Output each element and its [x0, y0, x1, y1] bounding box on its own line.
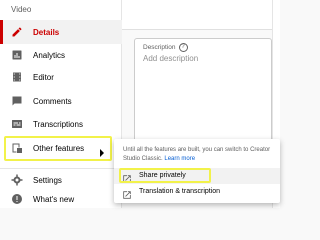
- alert-icon: [11, 193, 23, 205]
- sidebar-item-label: Comments: [33, 96, 72, 106]
- description-label-row: Description ?: [143, 43, 188, 52]
- description-field[interactable]: Description ? Add description: [134, 38, 272, 144]
- sidebar-item-whats-new[interactable]: What's new: [0, 190, 122, 208]
- description-placeholder[interactable]: Add description: [143, 54, 198, 63]
- details-card: [122, 0, 272, 30]
- open-external-icon: [122, 187, 132, 199]
- learn-more-link[interactable]: Learn more: [164, 156, 195, 162]
- sidebar-item-label: Analytics: [33, 50, 66, 60]
- sidebar-item-label: Other features: [33, 143, 85, 153]
- pencil-icon: [11, 26, 23, 38]
- description-label: Description: [143, 44, 176, 51]
- sidebar-item-label: Details: [33, 27, 60, 37]
- sidebar-item-editor[interactable]: Editor: [0, 65, 122, 89]
- popup-message: Until all the features are built, you ca…: [123, 146, 273, 164]
- sidebar-section-label: Video: [11, 5, 32, 14]
- sidebar-item-comments[interactable]: Comments: [0, 89, 122, 113]
- bar-chart-icon: [11, 49, 23, 61]
- sidebar-item-details[interactable]: Details: [0, 20, 122, 44]
- active-indicator: [0, 20, 3, 44]
- gear-icon: [11, 174, 23, 186]
- sidebar-item-label: Editor: [33, 72, 54, 82]
- other-features-menu: Until all the features are built, you ca…: [114, 139, 280, 203]
- menu-item-label: Translation & transcription: [139, 188, 221, 195]
- sidebar-item-settings[interactable]: Settings: [0, 168, 122, 192]
- sidebar-item-label: Transcriptions: [33, 119, 83, 129]
- subtitles-icon: [11, 118, 23, 130]
- sidebar: Video Details Analytics Editor Comments …: [0, 0, 122, 208]
- help-icon[interactable]: ?: [178, 43, 188, 52]
- open-external-icon: [122, 171, 132, 183]
- comment-icon: [11, 95, 23, 107]
- menu-item-share-privately[interactable]: Share privately: [114, 168, 280, 184]
- sidebar-item-label: Settings: [33, 175, 62, 185]
- sidebar-item-transcriptions[interactable]: Transcriptions: [0, 112, 122, 136]
- chevron-right-icon: [99, 144, 105, 162]
- menu-item-translation-transcription[interactable]: Translation & transcription: [114, 184, 280, 200]
- sidebar-item-analytics[interactable]: Analytics: [0, 43, 122, 67]
- sidebar-item-other-features[interactable]: Other features: [0, 136, 122, 160]
- film-icon: [11, 71, 23, 83]
- other-features-icon: [11, 142, 23, 154]
- menu-item-label: Share privately: [139, 172, 186, 179]
- sidebar-item-label: What's new: [33, 194, 75, 204]
- popup-message-text: Until all the features are built, you ca…: [123, 147, 271, 162]
